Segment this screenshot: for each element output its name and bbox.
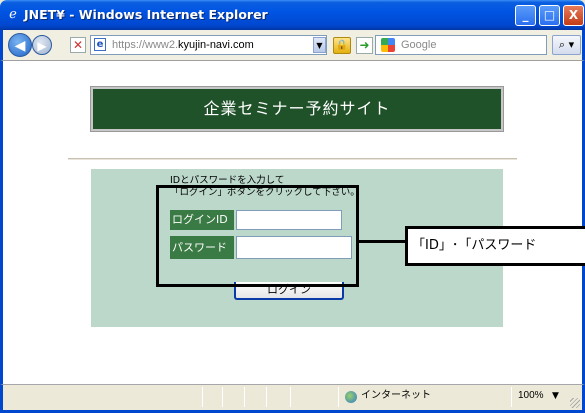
security-zone: インターネット [361,390,431,401]
divider [68,158,517,160]
status-divider [338,387,339,407]
status-divider [202,387,203,407]
status-divider [266,387,267,407]
url-host: kyujin-navi.com [178,39,254,51]
resize-grip-icon[interactable] [570,398,580,408]
maximize-button[interactable]: □ [539,5,560,26]
minimize-button[interactable]: _ [515,5,536,26]
search-placeholder: Google [401,39,437,51]
address-text[interactable]: https://www2.kyujin-navi.com [112,38,254,52]
go-arrow-icon[interactable]: ➜ [356,37,373,54]
globe-icon [345,391,357,403]
site-title: 企業セミナー予約サイト [203,99,391,118]
zoom-level[interactable]: 100% [518,389,544,403]
lock-icon[interactable]: 🔒 [333,37,351,54]
ie-logo-icon: ℯ [9,7,17,22]
back-button[interactable]: ◀ [8,33,32,57]
url-scheme: https://www2. [112,39,179,51]
annotation-connector [359,240,407,243]
search-icon[interactable]: ⌕ ▾ [552,35,581,55]
stop-icon[interactable]: ✕ [70,37,86,53]
status-divider [511,387,512,407]
close-button[interactable]: X [563,5,584,26]
window-title: JNET¥ - Windows Internet Explorer [24,7,268,22]
zoom-dropdown-icon[interactable]: ▼ [552,389,559,403]
page-icon: e [94,38,106,51]
status-bar [0,384,585,413]
address-dropdown-icon[interactable]: ▼ [313,37,326,53]
annotation-highlight-box [156,185,359,287]
forward-button[interactable]: ▶ [32,35,52,55]
status-divider [290,387,291,407]
status-divider [244,387,245,407]
google-icon [381,38,395,52]
annotation-callout-text: 「ID」･「パスワード [412,238,537,253]
status-divider [222,387,223,407]
